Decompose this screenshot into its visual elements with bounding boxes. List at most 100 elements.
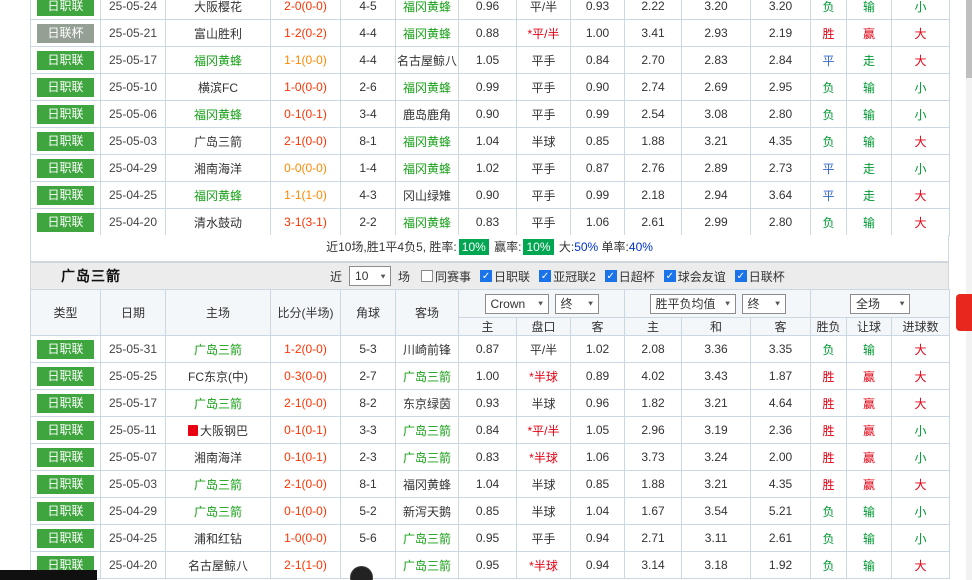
euro-time-select[interactable]: 终▼ xyxy=(742,294,786,314)
euro-metric-select[interactable]: 胜平负均值▼ xyxy=(650,294,736,314)
team-link[interactable]: 清水鼓动 xyxy=(194,216,242,230)
asian-away-odds: 1.04 xyxy=(571,498,625,525)
checkbox-icon[interactable]: ✓ xyxy=(664,270,676,282)
team-link[interactable]: 福冈黄蜂 xyxy=(403,0,451,14)
floating-red-tab[interactable] xyxy=(956,294,972,331)
asian-away-odds: 0.84 xyxy=(571,47,625,74)
league-badge[interactable]: 日职联 xyxy=(37,186,94,205)
away-team-cell: 福冈黄蜂 xyxy=(396,471,459,498)
match-score[interactable]: 0-0(0-0) xyxy=(271,155,341,182)
team-link[interactable]: 福冈黄蜂 xyxy=(403,81,451,95)
league-badge[interactable]: 日职联 xyxy=(37,340,94,359)
match-score[interactable]: 0-1(0-1) xyxy=(271,444,341,471)
team-link[interactable]: 广岛三箭 xyxy=(403,451,451,465)
result-handicap: 赢 xyxy=(847,417,892,444)
match-score[interactable]: 2-1(1-0) xyxy=(271,552,341,579)
match-score[interactable]: 0-1(0-1) xyxy=(271,417,341,444)
result-handicap: 走 xyxy=(847,182,892,209)
match-score[interactable]: 1-2(0-0) xyxy=(271,336,341,363)
checkbox-icon[interactable]: ✓ xyxy=(539,270,551,282)
league-badge[interactable]: 日职联 xyxy=(37,213,94,232)
match-score[interactable]: 1-1(0-0) xyxy=(271,47,341,74)
league-badge[interactable]: 日职联 xyxy=(37,105,94,124)
team-link[interactable]: 广岛三箭 xyxy=(194,135,242,149)
team-link[interactable]: 广岛三箭 xyxy=(194,343,242,357)
match-score[interactable]: 0-1(0-1) xyxy=(271,101,341,128)
league-badge[interactable]: 日职联 xyxy=(37,159,94,178)
recent-count-select[interactable]: 10▼ xyxy=(349,266,391,286)
team-link[interactable]: 广岛三箭 xyxy=(403,370,451,384)
team-link[interactable]: 广岛三箭 xyxy=(194,478,242,492)
league-badge[interactable]: 日职联 xyxy=(37,502,94,521)
match-score[interactable]: 2-0(0-0) xyxy=(271,0,341,20)
checkbox-icon[interactable]: ✓ xyxy=(605,270,617,282)
result-winloss: 负 xyxy=(811,128,847,155)
league-badge[interactable]: 日职联 xyxy=(37,475,94,494)
league-badge[interactable]: 日职联 xyxy=(37,78,94,97)
asian-time-select[interactable]: 终▼ xyxy=(555,294,599,314)
checkbox-icon[interactable]: ✓ xyxy=(480,270,492,282)
euro-home-odds: 2.08 xyxy=(625,336,682,363)
match-score[interactable]: 3-1(3-1) xyxy=(271,209,341,236)
scope-select[interactable]: 全场▼ xyxy=(850,294,910,314)
team-link[interactable]: 福冈黄蜂 xyxy=(403,135,451,149)
team-link[interactable]: 川崎前锋 xyxy=(403,343,451,357)
team-link[interactable]: 湘南海洋 xyxy=(194,451,242,465)
away-team-cell: 广岛三箭 xyxy=(396,552,459,579)
team-link[interactable]: 广岛三箭 xyxy=(403,424,451,438)
team-link[interactable]: 广岛三箭 xyxy=(403,532,451,546)
match-score[interactable]: 1-2(0-2) xyxy=(271,20,341,47)
team-link[interactable]: 新泻天鹅 xyxy=(403,505,451,519)
team-link[interactable]: 富山胜利 xyxy=(194,27,242,41)
league-badge[interactable]: 日职联 xyxy=(37,132,94,151)
scrollbar-thumb[interactable] xyxy=(966,0,972,78)
team-link[interactable]: 福冈黄蜂 xyxy=(194,108,242,122)
league-badge[interactable]: 日联杯 xyxy=(37,24,94,43)
checkbox-icon[interactable]: ✓ xyxy=(735,270,747,282)
match-score[interactable]: 1-0(0-0) xyxy=(271,525,341,552)
team-link[interactable]: 广岛三箭 xyxy=(194,505,242,519)
league-badge[interactable]: 日职联 xyxy=(37,448,94,467)
team-link[interactable]: 名古屋鲸八 xyxy=(397,54,457,68)
team-link[interactable]: 浦和红钻 xyxy=(194,532,242,546)
league-badge[interactable]: 日职联 xyxy=(37,367,94,386)
match-score[interactable]: 1-0(0-0) xyxy=(271,74,341,101)
league-filter[interactable]: ✓亚冠联2 xyxy=(532,268,596,285)
team-link[interactable]: 大阪钢巴 xyxy=(200,424,248,438)
team-link[interactable]: 福冈黄蜂 xyxy=(194,189,242,203)
team-link[interactable]: 福冈黄蜂 xyxy=(403,162,451,176)
team-link[interactable]: 大阪樱花 xyxy=(194,0,242,14)
team-link[interactable]: 湘南海洋 xyxy=(194,162,242,176)
bookmaker-select[interactable]: Crown▼ xyxy=(485,294,549,314)
match-score[interactable]: 2-1(0-0) xyxy=(271,390,341,417)
match-score[interactable]: 0-1(0-0) xyxy=(271,498,341,525)
league-filter[interactable]: ✓日超杯 xyxy=(598,268,655,285)
vertical-scrollbar[interactable] xyxy=(966,0,972,580)
team-link[interactable]: 东京绿茵 xyxy=(403,397,451,411)
team-link[interactable]: 冈山绿雉 xyxy=(403,189,451,203)
match-score[interactable]: 1-1(1-0) xyxy=(271,182,341,209)
team-link[interactable]: FC东京(中) xyxy=(188,370,248,384)
team-link[interactable]: 广岛三箭 xyxy=(194,397,242,411)
league-filter[interactable]: ✓日职联 xyxy=(473,268,530,285)
league-badge[interactable]: 日职联 xyxy=(37,0,94,16)
team-link[interactable]: 福冈黄蜂 xyxy=(403,216,451,230)
team-link[interactable]: 广岛三箭 xyxy=(403,559,451,573)
team-link[interactable]: 福冈黄蜂 xyxy=(403,478,451,492)
league-badge[interactable]: 日职联 xyxy=(37,421,94,440)
match-score[interactable]: 2-1(0-0) xyxy=(271,128,341,155)
league-filter[interactable]: ✓球会友谊 xyxy=(657,268,726,285)
team-link[interactable]: 横滨FC xyxy=(198,81,238,95)
league-badge[interactable]: 日职联 xyxy=(37,51,94,70)
team-link[interactable]: 福冈黄蜂 xyxy=(194,54,242,68)
team-link[interactable]: 福冈黄蜂 xyxy=(403,27,451,41)
checkbox-icon[interactable] xyxy=(421,270,433,282)
match-score[interactable]: 0-3(0-0) xyxy=(271,363,341,390)
league-badge[interactable]: 日职联 xyxy=(37,529,94,548)
league-filter[interactable]: ✓日联杯 xyxy=(728,268,785,285)
league-badge[interactable]: 日职联 xyxy=(37,394,94,413)
match-score[interactable]: 2-1(0-0) xyxy=(271,471,341,498)
team-link[interactable]: 名古屋鲸八 xyxy=(188,559,248,573)
league-filter[interactable]: 同赛事 xyxy=(414,268,471,285)
team-link[interactable]: 鹿岛鹿角 xyxy=(403,108,451,122)
